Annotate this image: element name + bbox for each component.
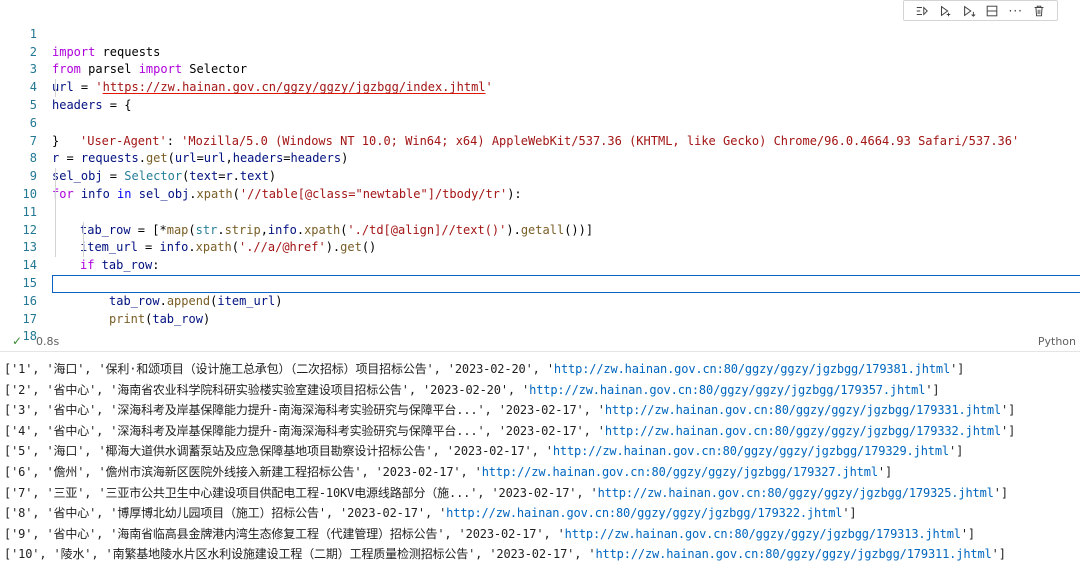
code-line: 7 r = requests.get(url=url,headers=heade… — [0, 115, 1080, 166]
output-url: http://zw.hainan.gov.cn:80/ggzy/ggzy/jgz… — [446, 506, 843, 521]
code-line: 10 tab_row = [*map(str.strip,info.xpath(… — [0, 168, 1080, 237]
indent-guide — [55, 79, 56, 97]
output-row: ['5', '海口', '椰海大道供水调蓄泵站及应急保障基地项目勘察设计招标公告… — [4, 444, 964, 459]
indent-guide — [83, 239, 84, 258]
output-url: http://zw.hainan.gov.cn:80/ggzy/ggzy/jgz… — [604, 423, 1002, 438]
output-row: ['8', '省中心', '博厚博北幼儿园项目（施工）招标公告', '2023-… — [4, 506, 857, 521]
output-url: http://zw.hainan.gov.cn:80/ggzy/ggzy/jgz… — [564, 526, 961, 541]
code-line: 14 print(tab_row) — [0, 239, 1080, 326]
code-line: 18 — [0, 311, 1080, 343]
active-line-highlight — [52, 274, 1080, 293]
output-row: ['10', '陵水', '南繁基地陵水片区水利设施建设工程（二期）工程质量检测… — [4, 547, 1006, 562]
code-line: 11 item_url = info.xpath('.//a/@href').g… — [0, 185, 1080, 254]
code-line: 5 'User-Agent': 'Mozilla/5.0 (Windows NT… — [0, 79, 1080, 148]
output-row: ['1', '海口', '保利·和颂项目（设计施工总承包）（二次招标）项目招标公… — [4, 362, 965, 376]
cell-output: ['1', '海口', '保利·和颂项目（设计施工总承包）（二次招标）项目招标公… — [0, 359, 1080, 568]
code-line: 3 url = 'https://zw.hainan.gov.cn/ggzy/g… — [0, 44, 1080, 94]
indent-guide — [55, 239, 56, 258]
output-url: http://zw.hainan.gov.cn:80/ggzy/ggzy/jgz… — [529, 382, 926, 397]
cell-status-bar: ✓ 0.8s Python — [0, 333, 1080, 351]
output-divider — [0, 351, 1080, 352]
indent-guide — [55, 203, 56, 222]
code-line-active[interactable]: 16 — [0, 274, 1080, 308]
output-url: http://zw.hainan.gov.cn:80/ggzy/ggzy/jgz… — [553, 362, 951, 376]
output-row: ['6', '儋州', '儋州市滨海新区医院外线接入新建工程招标公告', '20… — [4, 464, 893, 479]
output-url: http://zw.hainan.gov.cn:80/ggzy/ggzy/jgz… — [481, 464, 878, 479]
execution-time: 0.8s — [36, 335, 60, 348]
code-line: 17 — [0, 293, 1080, 326]
code-line: 6 } — [0, 97, 1080, 148]
output-url: http://zw.hainan.gov.cn:80/ggzy/ggzy/jgz… — [597, 485, 994, 500]
code-cell[interactable]: ··· 1 import requests 2 from parsel impo… — [0, 0, 1080, 352]
output-row: ['7', '三亚', '三亚市公共卫生中心建设项目供配电工程-10KV电源线路… — [4, 485, 1008, 500]
code-line: 15 — [0, 257, 1080, 290]
code-line: 1 import requests — [0, 8, 1080, 59]
output-row: ['4', '省中心', '深海科考及岸基保障能力提升-南海深海科考实验研究与保… — [4, 423, 1016, 438]
indent-guide — [55, 221, 56, 240]
indent-guide — [55, 185, 56, 204]
output-url: http://zw.hainan.gov.cn:80/ggzy/ggzy/jgz… — [595, 547, 992, 562]
code-line: 12 if tab_row: — [0, 203, 1080, 272]
code-line: 13 tab_row.append(item_url) — [0, 221, 1080, 308]
code-line: 4 headers = { — [0, 61, 1080, 112]
code-line: 2 from parsel import Selector — [0, 26, 1080, 77]
output-row: ['3', '省中心', '深海科考及岸基保障能力提升-南海深海科考实验研究与保… — [4, 403, 1016, 418]
language-label[interactable]: Python — [1038, 335, 1076, 348]
check-icon: ✓ — [12, 334, 23, 348]
output-row: ['9', '省中心', '海南省临高县金牌港内湾生态修复工程（代建管理）招标公… — [4, 526, 976, 541]
code-editor[interactable]: 1 import requests 2 from parsel import S… — [0, 8, 1080, 343]
code-line: 8 sel_obj = Selector(text=r.text) — [0, 133, 1080, 183]
code-line: 9 for info in sel_obj.xpath('//table[@cl… — [0, 150, 1080, 201]
output-row: ['2', '省中心', '海南省农业科学院科研实验楼实验室建设项目招标公告',… — [4, 382, 940, 397]
output-url: http://zw.hainan.gov.cn:80/ggzy/ggzy/jgz… — [604, 403, 1002, 418]
indent-guide — [83, 221, 84, 240]
indent-guide — [55, 168, 56, 186]
output-url: http://zw.hainan.gov.cn:80/ggzy/ggzy/jgz… — [552, 444, 950, 459]
